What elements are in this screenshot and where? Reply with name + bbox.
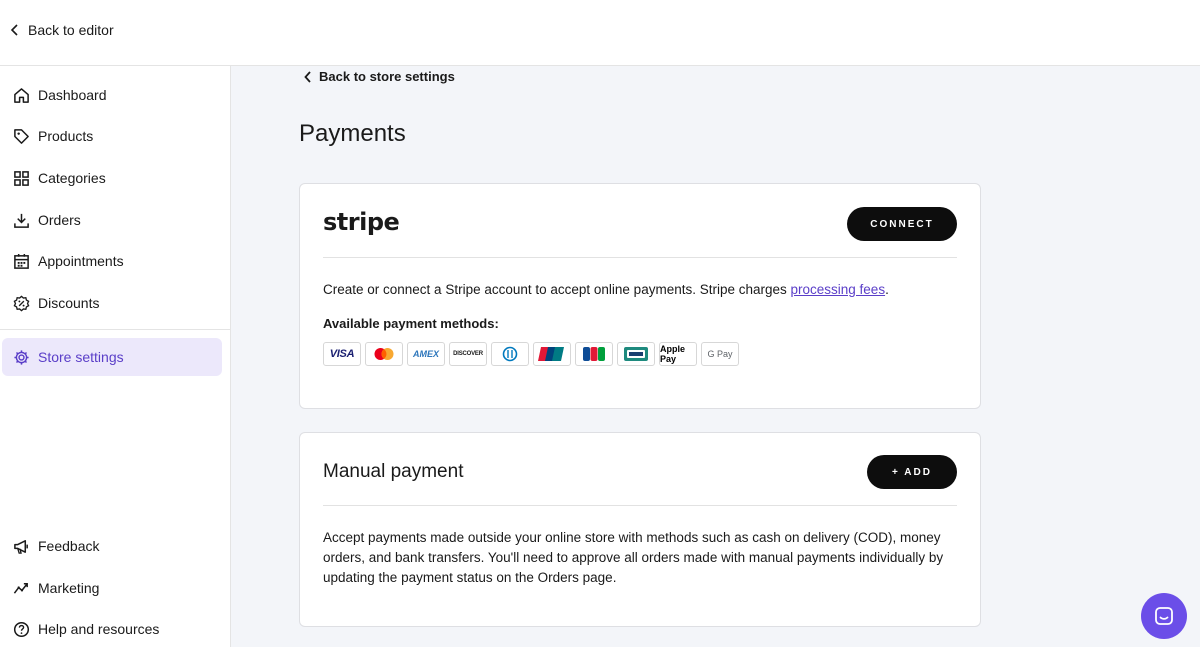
amex-icon: AMEX	[407, 342, 445, 366]
apple-pay-icon: Apple Pay	[659, 342, 697, 366]
google-pay-icon: G Pay	[701, 342, 739, 366]
sidebar-item-marketing[interactable]: Marketing	[2, 569, 222, 607]
home-icon	[12, 86, 30, 104]
sidebar-item-help[interactable]: Help and resources	[2, 610, 222, 647]
sidebar-item-label: Orders	[38, 212, 81, 228]
stripe-description-text: Create or connect a Stripe account to ac…	[323, 282, 791, 297]
sidebar: Dashboard Products Categories Orders App…	[0, 66, 231, 647]
grid-icon	[12, 169, 30, 187]
sidebar-item-label: Discounts	[38, 295, 100, 311]
chat-icon	[1155, 607, 1173, 625]
stripe-description: Create or connect a Stripe account to ac…	[323, 280, 957, 300]
stripe-description-end: .	[885, 282, 889, 297]
help-icon	[12, 620, 30, 638]
sidebar-divider	[0, 329, 230, 330]
sidebar-item-label: Categories	[38, 170, 106, 186]
calendar-icon	[12, 252, 30, 270]
visa-icon: VISA	[323, 342, 361, 366]
unionpay-icon	[533, 342, 571, 366]
manual-payment-header: Manual payment + ADD	[323, 433, 957, 506]
discount-badge-icon	[12, 294, 30, 312]
stripe-card: stripe CONNECT Create or connect a Strip…	[299, 183, 981, 409]
jcb-icon	[575, 342, 613, 366]
back-to-store-settings-label: Back to store settings	[319, 69, 455, 84]
stripe-logo: stripe	[323, 208, 400, 236]
megaphone-icon	[12, 537, 30, 555]
discover-text: DISCOVER	[453, 351, 483, 357]
main-content: Back to store settings Payments stripe C…	[231, 66, 1200, 647]
processing-fees-link[interactable]: processing fees	[791, 282, 886, 297]
sidebar-item-products[interactable]: Products	[2, 117, 222, 155]
diners-club-icon	[491, 342, 529, 366]
download-icon	[12, 211, 30, 229]
sidebar-item-label: Help and resources	[38, 621, 160, 637]
sidebar-item-feedback[interactable]: Feedback	[2, 527, 222, 565]
manual-payment-title: Manual payment	[323, 461, 464, 482]
back-to-editor-link[interactable]: Back to editor	[10, 22, 114, 38]
sidebar-item-dashboard[interactable]: Dashboard	[2, 76, 222, 114]
back-to-editor-label: Back to editor	[28, 22, 114, 38]
sidebar-item-store-settings[interactable]: Store settings	[2, 338, 222, 376]
manual-payment-card: Manual payment + ADD Accept payments mad…	[299, 432, 981, 627]
chevron-left-icon	[10, 24, 18, 36]
sidebar-item-label: Feedback	[38, 538, 100, 554]
mastercard-icon	[365, 342, 403, 366]
page-title: Payments	[299, 120, 406, 147]
top-bar: Back to editor	[0, 0, 1200, 66]
discover-icon: DISCOVER	[449, 342, 487, 366]
sidebar-item-discounts[interactable]: Discounts	[2, 284, 222, 322]
connect-button[interactable]: CONNECT	[847, 207, 957, 241]
sidebar-item-label: Store settings	[38, 349, 124, 365]
gear-icon	[12, 348, 30, 366]
sidebar-item-appointments[interactable]: Appointments	[2, 242, 222, 280]
cartes-bancaires-icon	[617, 342, 655, 366]
back-to-store-settings-link[interactable]: Back to store settings	[304, 69, 455, 84]
chat-launcher-button[interactable]	[1141, 593, 1187, 639]
apple-pay-text: Apple Pay	[660, 344, 686, 364]
sidebar-item-orders[interactable]: Orders	[2, 201, 222, 239]
payment-methods-label: Available payment methods:	[323, 316, 499, 331]
tag-icon	[12, 127, 30, 145]
google-pay-text: G Pay	[707, 349, 733, 359]
sidebar-item-categories[interactable]: Categories	[2, 159, 222, 197]
sidebar-item-label: Marketing	[38, 580, 100, 596]
sidebar-item-label: Dashboard	[38, 87, 107, 103]
payment-methods-list: VISA AMEX DISCOVER Apple Pay G Pay	[323, 342, 739, 366]
chevron-left-icon	[304, 70, 311, 83]
trend-icon	[12, 579, 30, 597]
add-manual-payment-button[interactable]: + ADD	[867, 455, 957, 489]
amex-text: AMEX	[412, 349, 439, 359]
stripe-card-header: stripe CONNECT	[323, 184, 957, 258]
sidebar-item-label: Appointments	[38, 253, 124, 269]
manual-payment-description: Accept payments made outside your online…	[323, 530, 944, 585]
sidebar-item-label: Products	[38, 128, 94, 144]
visa-text: VISA	[329, 348, 355, 360]
